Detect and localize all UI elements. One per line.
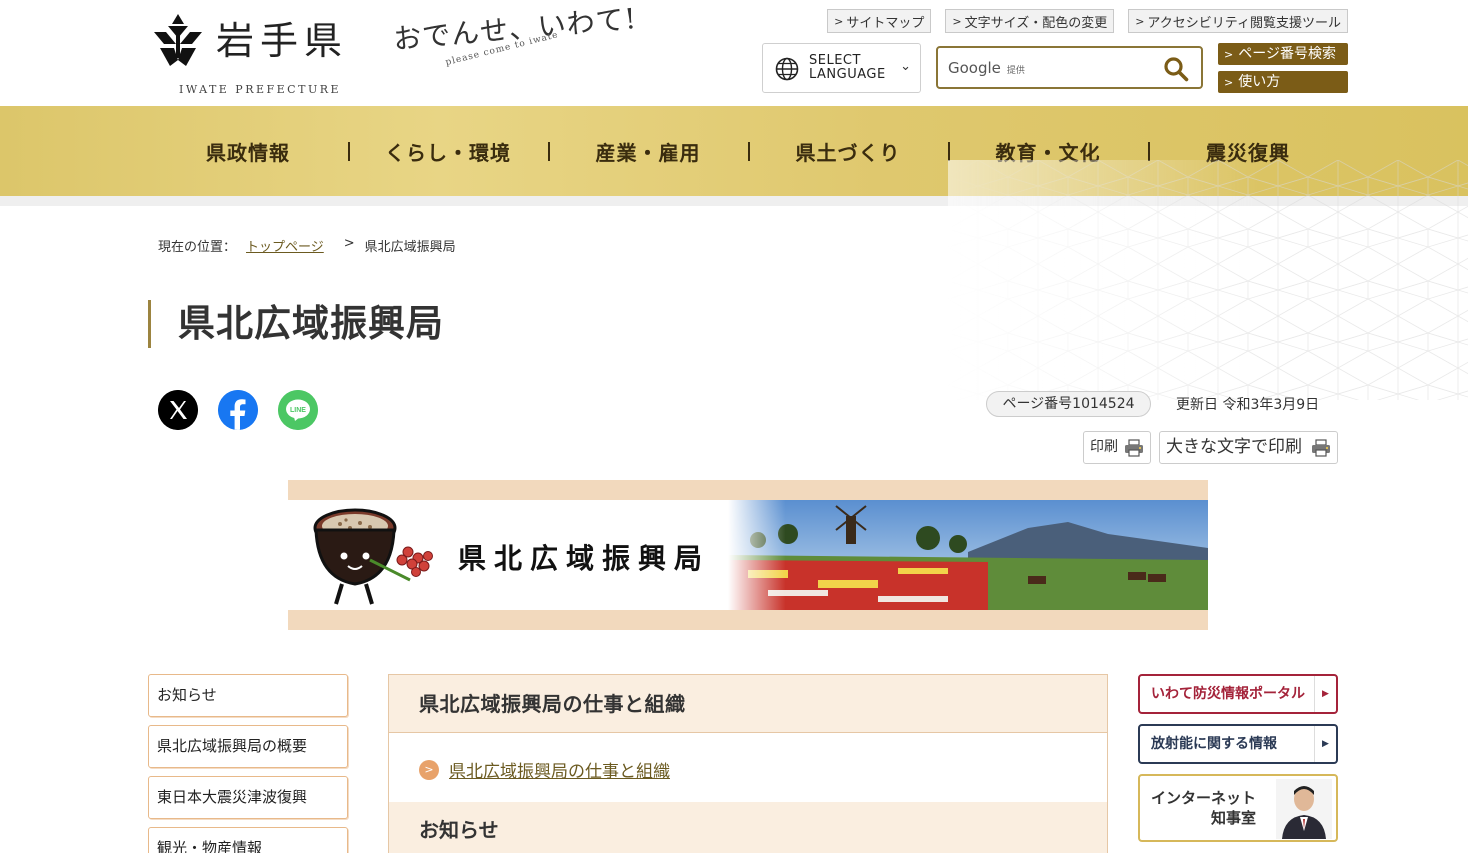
lnav-item-news[interactable]: お知らせ: [148, 674, 348, 717]
chevron-right-icon: >: [1224, 48, 1234, 61]
site-logo-text[interactable]: 岩手県: [216, 10, 348, 65]
lnav-item-overview[interactable]: 県北広域振興局の概要: [148, 725, 348, 768]
gnav-item-kendo[interactable]: 県土づくり: [748, 106, 948, 196]
line-share-icon[interactable]: LINE: [278, 390, 318, 430]
page-number-search-button[interactable]: > ページ番号検索: [1218, 43, 1348, 65]
work-organization-link[interactable]: > 県北広域振興局の仕事と組織: [419, 757, 670, 782]
triangle-right-icon: ▶: [1314, 726, 1336, 762]
print-button[interactable]: 印刷: [1083, 431, 1151, 464]
search-provider: Google 提供: [948, 59, 1025, 77]
site-logo-subtitle: IWATE PREFECTURE: [179, 83, 342, 96]
facebook-share-icon[interactable]: [218, 390, 258, 430]
disaster-portal-button[interactable]: いわて防災情報ポータル ▶: [1138, 674, 1338, 714]
language-selector-label: SELECT LANGUAGE: [809, 53, 886, 82]
printer-icon: [1125, 439, 1143, 457]
lnav-item-tourism[interactable]: 観光・物産情報: [148, 827, 348, 853]
chevron-down-icon: ⌄: [900, 59, 911, 74]
governor-office-button[interactable]: インターネット 知事室: [1138, 774, 1338, 842]
search-icon[interactable]: [1163, 56, 1189, 82]
governor-portrait: [1276, 779, 1332, 839]
breadcrumb-home-link[interactable]: トップページ: [246, 236, 324, 255]
chevron-right-icon: >: [952, 14, 962, 28]
globe-icon: [775, 57, 799, 81]
office-banner: 県北広域振興局: [288, 480, 1208, 630]
breadcrumb-current: 県北広域振興局: [364, 240, 456, 255]
gnav-item-kensei[interactable]: 県政情報: [148, 106, 348, 196]
section-heading-news: お知らせ: [389, 802, 1107, 853]
updated-date: 更新日 令和3年3月9日: [1176, 397, 1320, 413]
chevron-right-icon: >: [419, 760, 439, 780]
printer-icon: [1312, 439, 1330, 457]
chevron-right-icon: >: [834, 14, 844, 28]
site-search-input[interactable]: Google 提供: [936, 46, 1203, 89]
x-share-icon[interactable]: [158, 390, 198, 430]
font-size-color-link[interactable]: > 文字サイズ・配色の変更: [945, 9, 1115, 33]
page-title: 県北広域振興局: [148, 300, 444, 348]
svg-text:LINE: LINE: [290, 407, 306, 414]
banner-title: 県北広域振興局: [458, 542, 711, 575]
landscape-photo: [728, 500, 1208, 610]
chevron-right-icon: >: [1224, 76, 1234, 89]
radiation-info-button[interactable]: 放射能に関する情報 ▶: [1138, 724, 1338, 764]
breadcrumb-separator: >: [343, 236, 355, 251]
site-header: 岩手県 IWATE PREFECTURE おでんせ、いわて! please co…: [0, 0, 1468, 106]
sitemap-link[interactable]: > サイトマップ: [827, 9, 932, 33]
breadcrumb: 現在の位置： トップページ > 県北広域振興局: [158, 236, 456, 255]
asanoha-pattern-decoration: [948, 160, 1468, 400]
page-number-badge: ページ番号1014524: [986, 391, 1151, 417]
mascot-character-illustration: [313, 508, 433, 605]
section-heading-work: 県北広域振興局の仕事と組織: [389, 675, 1107, 733]
main-content: 県北広域振興局の仕事と組織 > 県北広域振興局の仕事と組織 お知らせ: [388, 674, 1108, 853]
usage-guide-button[interactable]: > 使い方: [1218, 71, 1348, 93]
language-selector[interactable]: SELECT LANGUAGE ⌄: [762, 43, 921, 93]
triangle-right-icon: ▶: [1314, 676, 1336, 712]
chevron-right-icon: >: [1135, 14, 1145, 28]
gnav-item-kurashi[interactable]: くらし・環境: [348, 106, 548, 196]
accessibility-tool-link[interactable]: > アクセシビリティ閲覧支援ツール: [1128, 9, 1348, 33]
prefecture-emblem-icon[interactable]: [150, 12, 206, 68]
local-navigation: お知らせ 県北広域振興局の概要 東日本大震災津波復興 観光・物産情報: [148, 674, 348, 853]
utility-links: > サイトマップ > 文字サイズ・配色の変更 > アクセシビリティ閲覧支援ツール: [827, 9, 1348, 33]
breadcrumb-label: 現在の位置：: [158, 240, 237, 255]
gnav-item-sangyo[interactable]: 産業・雇用: [548, 106, 748, 196]
lnav-item-reconstruction[interactable]: 東日本大震災津波復興: [148, 776, 348, 819]
large-print-button[interactable]: 大きな文字で印刷: [1159, 431, 1338, 464]
